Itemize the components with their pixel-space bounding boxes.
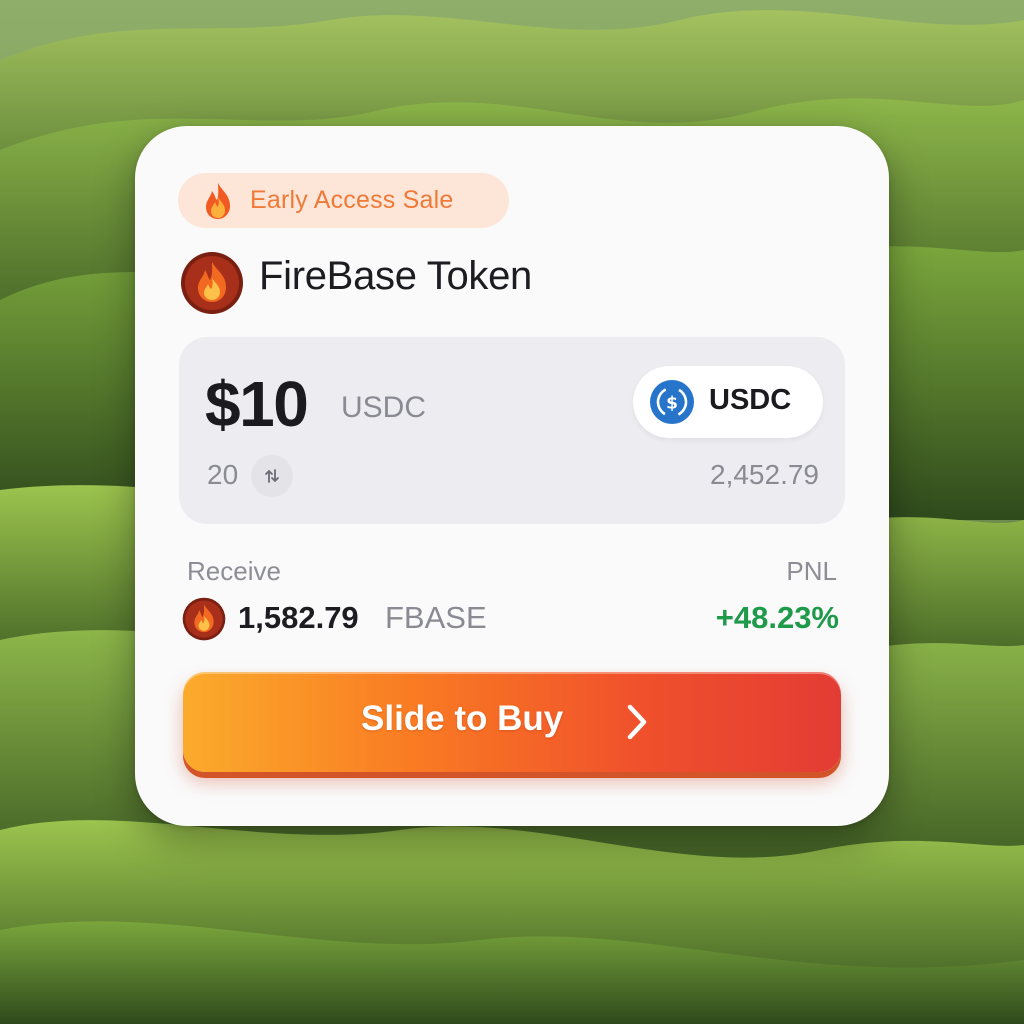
receive-label: Receive	[187, 556, 281, 586]
swap-button[interactable]	[251, 455, 293, 497]
buy-card: Early Access Sale FireBase Token $10 USD…	[135, 126, 889, 826]
fire-icon	[206, 183, 230, 219]
token-name: FireBase Token	[259, 254, 532, 298]
badge-label: Early Access Sale	[250, 186, 454, 214]
wallet-balance: 2,452.79	[710, 459, 819, 490]
pay-amount-input[interactable]: $10	[205, 367, 309, 441]
pay-amount-panel: $10 USDC $ USDC 20 2,452.79	[179, 337, 845, 524]
slide-to-buy-button[interactable]: Slide to Buy	[183, 672, 841, 772]
svg-text:$: $	[666, 394, 678, 414]
early-access-badge: Early Access Sale	[178, 173, 509, 228]
chevron-right-icon	[627, 704, 647, 740]
pnl-label: PNL	[786, 556, 837, 586]
pay-token-label: USDC	[709, 384, 792, 416]
swap-arrows-icon	[265, 469, 279, 483]
slide-to-buy-label: Slide to Buy	[361, 699, 564, 738]
pay-token-selector[interactable]: $ USDC	[633, 366, 823, 438]
receive-amount: 1,582.79	[238, 600, 359, 635]
pay-sub-amount: 20	[207, 459, 239, 490]
usdc-icon: $	[650, 380, 694, 424]
receive-token-logo	[182, 597, 226, 641]
receive-unit: FBASE	[385, 600, 487, 635]
firebase-token-logo	[181, 252, 243, 314]
pay-amount-unit: USDC	[341, 391, 427, 424]
pnl-value: +48.23%	[715, 600, 839, 635]
